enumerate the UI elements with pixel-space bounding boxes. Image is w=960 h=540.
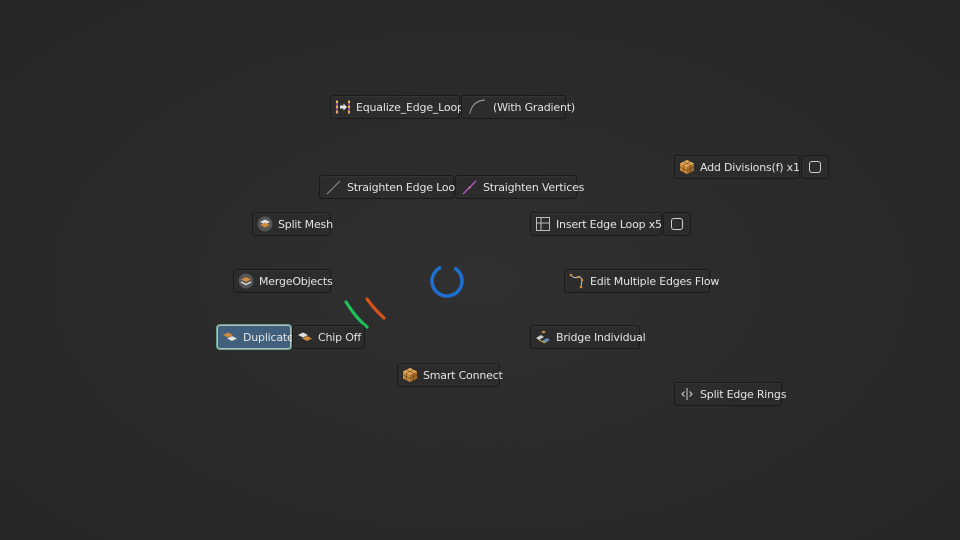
split-mesh-label: Split Mesh [278, 217, 333, 231]
add-divisions-button[interactable]: Add Divisions(f) x1 [674, 155, 800, 179]
edge-flow-icon [569, 273, 584, 289]
split-arrows-icon [681, 388, 693, 400]
merge-objects-button[interactable]: MergeObjects [233, 269, 333, 293]
straighten-vertices-button[interactable]: Straighten Vertices [455, 175, 584, 199]
cube-icon [679, 160, 695, 174]
insert-edge-loop-option-checkbox[interactable] [663, 212, 691, 236]
pie-center-indicator [344, 264, 464, 329]
checkbox-box [809, 161, 821, 173]
split-edge-rings-button[interactable]: Split Edge Rings [674, 382, 786, 406]
cube-icon [402, 368, 418, 382]
equalize-edge-loop-icon [335, 100, 351, 114]
chip-off-label: Chip Off [318, 330, 361, 344]
edit-multiple-edges-flow-label: Edit Multiple Edges Flow [590, 274, 720, 288]
grid-icon [536, 217, 550, 231]
with-gradient-button[interactable]: (With Gradient) [461, 95, 575, 119]
smart-connect-button[interactable]: Smart Connect [397, 363, 503, 387]
with-gradient-label: (With Gradient) [493, 100, 575, 114]
duplicate-icon [223, 332, 237, 341]
split-edge-rings-label: Split Edge Rings [700, 387, 787, 401]
checkbox-box [671, 218, 683, 230]
add-divisions-option-checkbox[interactable] [801, 155, 829, 179]
smart-connect-label: Smart Connect [423, 368, 503, 382]
split-mesh-button[interactable]: Split Mesh [252, 212, 333, 236]
direction-arc-orange [365, 297, 386, 320]
duplicate-button[interactable]: Duplicate [217, 325, 294, 349]
duplicate-label: Duplicate [243, 330, 294, 344]
chip-off-icon [298, 332, 312, 341]
equalize-edge-loop-button[interactable]: Equalize_Edge_Loop [330, 95, 464, 119]
gradient-curve-icon [469, 99, 485, 115]
bridge-icon [536, 330, 550, 344]
straighten-vertices-label: Straighten Vertices [483, 180, 585, 194]
merge-objects-label: MergeObjects [259, 274, 333, 288]
insert-edge-loop-label: Insert Edge Loop x5 [556, 217, 662, 231]
merge-objects-icon [238, 273, 254, 289]
equalize-edge-loop-label: Equalize_Edge_Loop [356, 100, 464, 114]
split-mesh-icon [257, 216, 273, 232]
straighten-edge-loop-button[interactable]: Straighten Edge Loop [319, 175, 462, 199]
direction-arc-green [344, 300, 369, 329]
add-divisions-label: Add Divisions(f) x1 [700, 160, 800, 174]
insert-edge-loop-button[interactable]: Insert Edge Loop x5 [530, 212, 662, 236]
straighten-edge-loop-label: Straighten Edge Loop [347, 180, 462, 194]
chip-off-button[interactable]: Chip Off [292, 325, 365, 349]
straight-vertices-icon [462, 180, 477, 195]
straight-line-icon [326, 180, 341, 195]
bridge-individual-button[interactable]: Bridge Individual [530, 325, 646, 349]
bridge-individual-label: Bridge Individual [556, 330, 646, 344]
edit-multiple-edges-flow-button[interactable]: Edit Multiple Edges Flow [564, 269, 719, 293]
